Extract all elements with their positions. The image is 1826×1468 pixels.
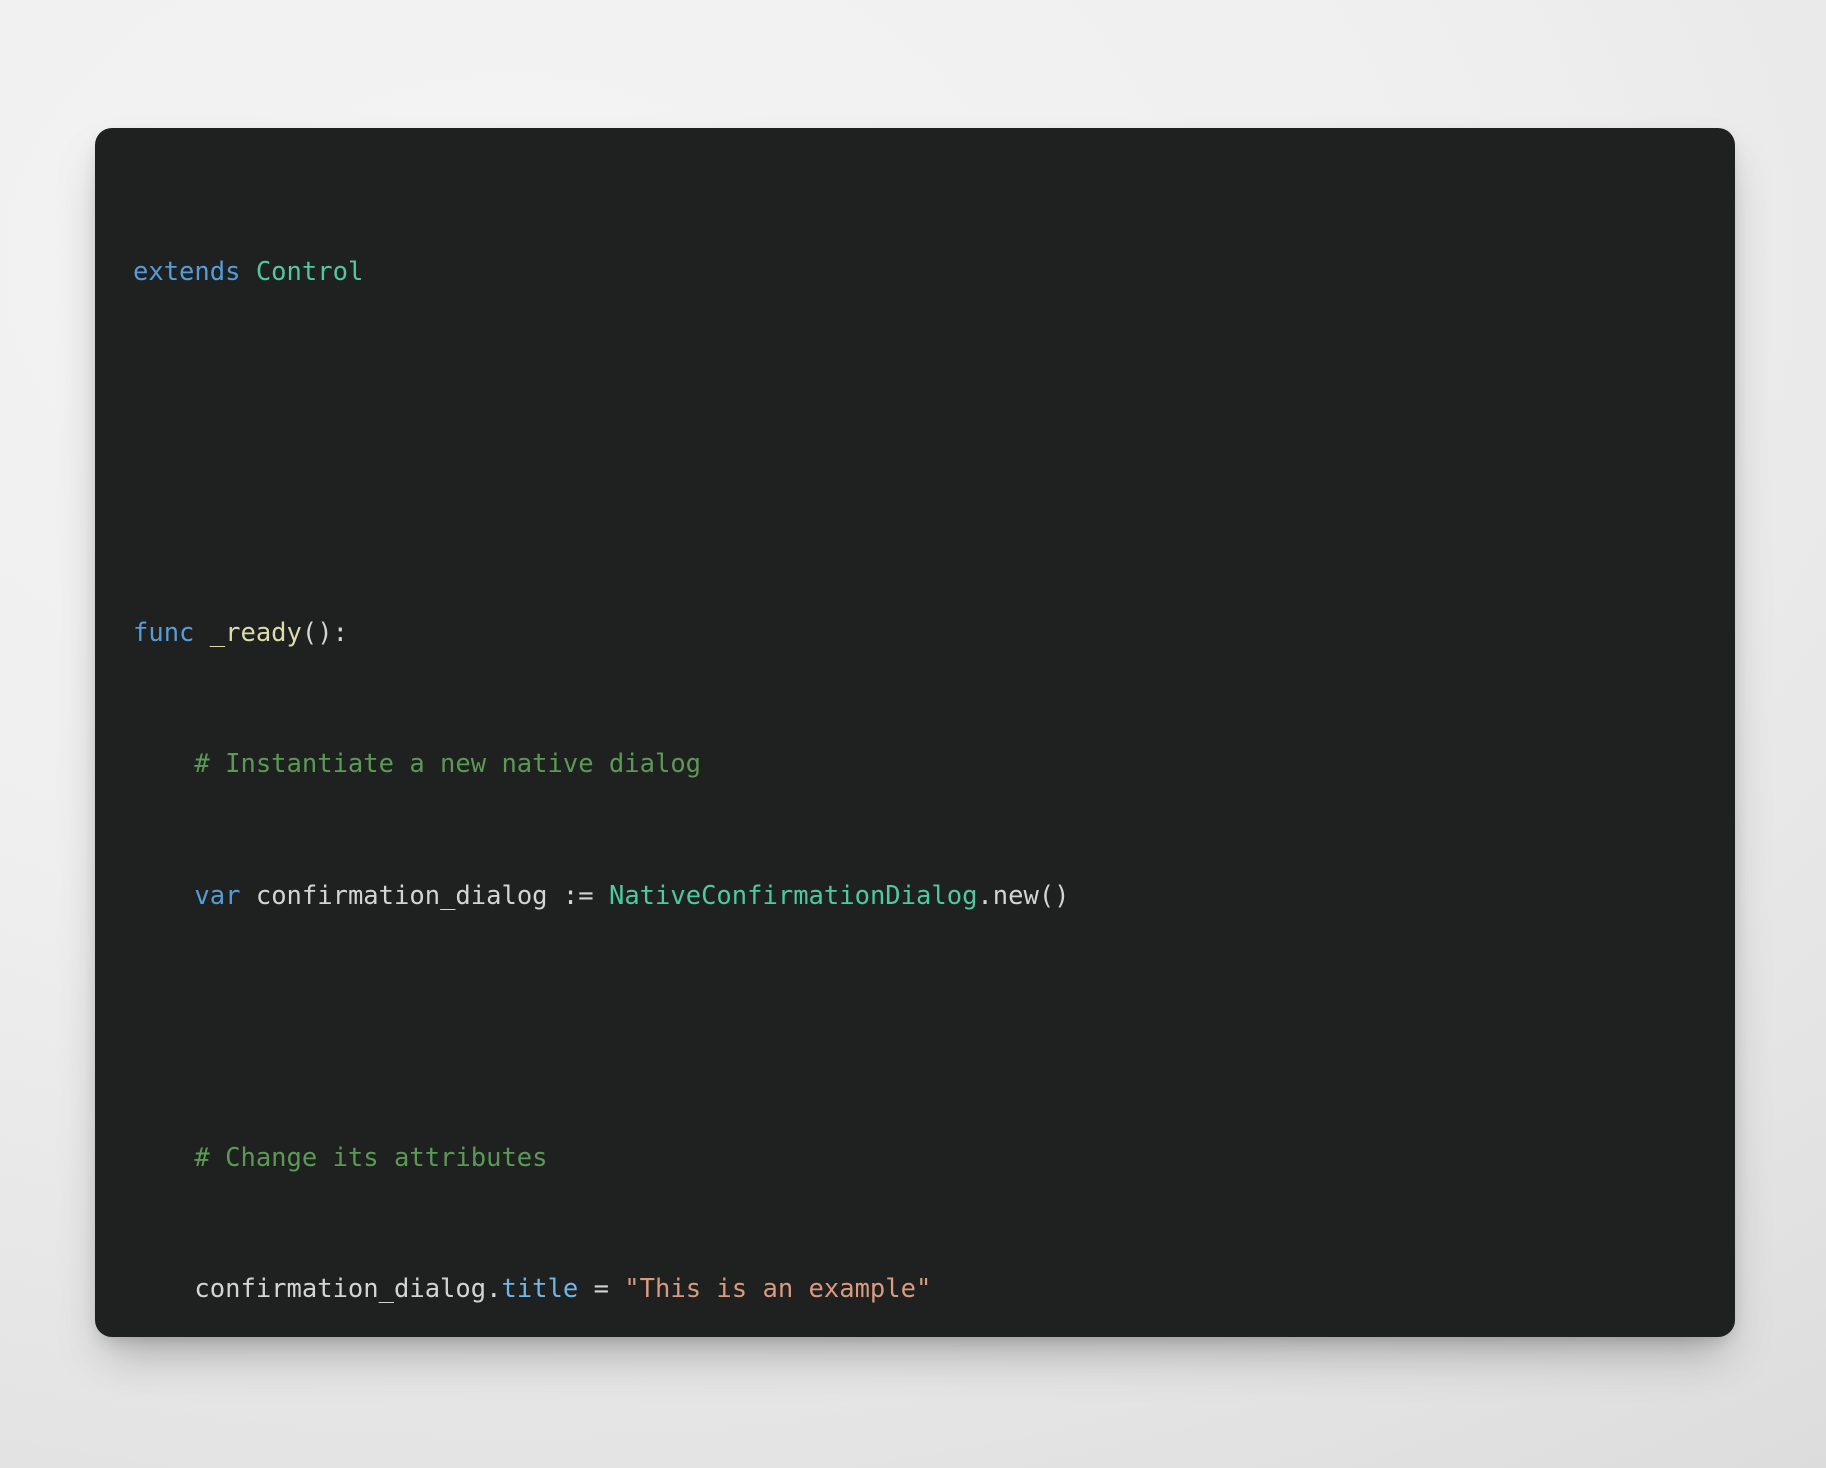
code-line-set-title: confirmation_dialog.title = "This is an … bbox=[133, 1273, 1697, 1306]
comment-instantiate: # Instantiate a new native dialog bbox=[133, 749, 702, 780]
operator-assign: = bbox=[578, 1274, 625, 1305]
type-native-confirmation-dialog: NativeConfirmationDialog bbox=[593, 880, 978, 911]
comment-change-attributes: # Change its attributes bbox=[133, 1142, 548, 1173]
call-new: .new() bbox=[977, 880, 1070, 911]
property-title: title bbox=[501, 1274, 579, 1305]
code-line-var-dialog: var confirmation_dialog := NativeConfirm… bbox=[133, 880, 1697, 913]
function-name-ready: _ready bbox=[194, 618, 302, 649]
operator-infer-assign: := bbox=[562, 880, 594, 911]
type-control: Control bbox=[255, 257, 364, 288]
code-line-comment-attributes: # Change its attributes bbox=[133, 1142, 1697, 1175]
code-line-func-ready: func _ready(): bbox=[133, 617, 1697, 650]
func-ready-tail: (): bbox=[301, 618, 348, 649]
object-confirmation-dialog: confirmation_dialog. bbox=[133, 1274, 502, 1305]
code-line-comment-instantiate: # Instantiate a new native dialog bbox=[133, 748, 1697, 781]
code-line-extends: extends Control bbox=[133, 256, 1697, 289]
keyword-func: func bbox=[133, 618, 195, 649]
string-title-value: "This is an example" bbox=[624, 1274, 932, 1305]
variable-confirmation-dialog: confirmation_dialog bbox=[240, 880, 563, 911]
keyword-var: var bbox=[194, 880, 241, 911]
code-snippet-card: extends Control func _ready(): # Instant… bbox=[95, 128, 1735, 1337]
screenshot-stage: extends Control func _ready(): # Instant… bbox=[0, 0, 1826, 1468]
keyword-extends: extends bbox=[133, 257, 241, 288]
code-block[interactable]: extends Control func _ready(): # Instant… bbox=[95, 158, 1735, 1337]
